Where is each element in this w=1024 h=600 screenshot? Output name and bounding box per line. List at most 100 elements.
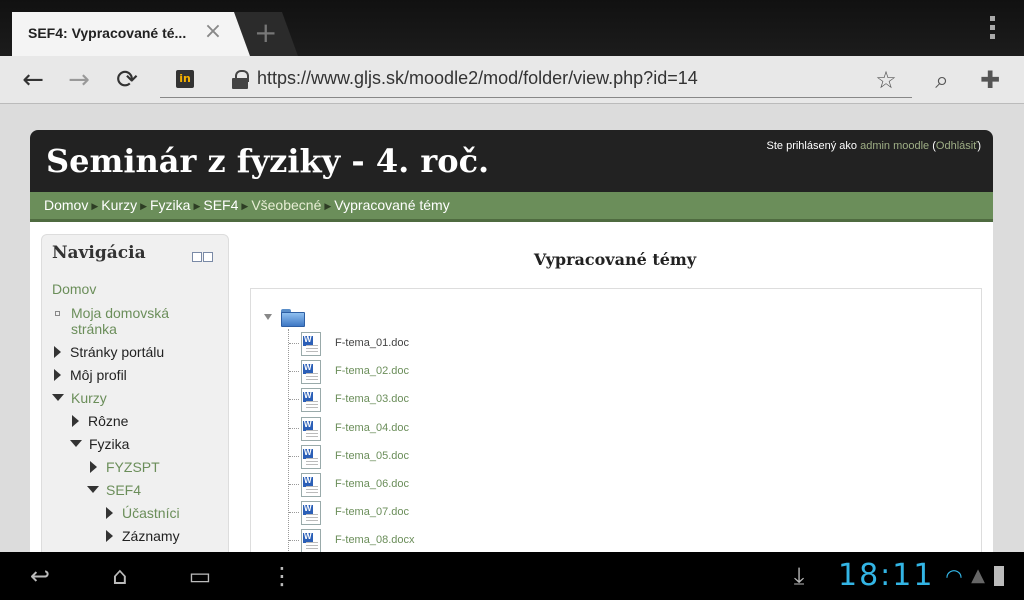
nav-item-participants[interactable]: Účastníci [106,505,180,522]
breadcrumb: Domov ▶ Kurzy ▶ Fyzika ▶ SEF4 ▶ Všeobecné ▶ Vyprac… [30,192,993,222]
user-link[interactable]: admin moodle [860,140,929,152]
folder-icon[interactable] [281,307,305,327]
file-item[interactable]: F-tema_06.doc [251,473,651,497]
collapse-icon[interactable] [264,314,272,320]
nav-item-home[interactable]: Domov [52,281,96,298]
nav-item-site-pages[interactable]: Stránky portálu [54,344,164,361]
tab-strip: SEF4: Vypracované té... × + [0,0,1024,56]
home-icon[interactable]: ⌂ [102,562,138,590]
nav-item-my-home-cont[interactable]: stránka [71,321,117,338]
word-doc-icon [301,388,321,412]
reload-icon[interactable]: ⟳ [112,66,142,94]
system-bar: ↩ ⌂ ▭ ⋮ ⤓ 18:11 ◠ ▲ [0,552,1024,600]
web-page: Seminár z fyziky - 4. roč. Ste prihlásen… [0,104,1024,569]
folder-tree: F-tema_01.doc F-tema_02.doc F-tema_03.do… [250,288,982,569]
search-icon[interactable]: ⌕ [928,66,956,94]
signal-icon: ▲ [971,565,985,586]
breadcrumb-separator: ▶ [193,201,201,211]
collapse-icon[interactable] [87,486,99,493]
breadcrumb-fyzika[interactable]: Fyzika [150,197,190,213]
star-icon[interactable]: ☆ [872,66,900,94]
breadcrumb-courses[interactable]: Kurzy [101,197,137,213]
site-title[interactable]: Seminár z fyziky - 4. roč. [46,142,489,180]
nav-item-my-home[interactable]: Moja domovská [52,305,169,322]
expand-icon[interactable] [106,507,113,519]
nav-item-fyzspt[interactable]: FYZSPT [90,459,160,476]
word-doc-icon [301,529,321,553]
plus-icon[interactable]: + [254,18,277,48]
collapse-icon[interactable] [52,394,64,401]
word-doc-icon [301,501,321,525]
nav-item-courses[interactable]: Kurzy [52,390,107,407]
url-bar[interactable]: in https://www.gljs.sk/moodle2/mod/folde… [160,62,912,98]
breadcrumb-home[interactable]: Domov [44,197,88,213]
forward-arrow-icon[interactable]: → [64,66,94,94]
file-item[interactable]: F-tema_04.doc [251,417,651,441]
back-arrow-icon[interactable]: ← [18,66,48,94]
breadcrumb-separator: ▶ [324,201,332,211]
file-item[interactable]: F-tema_03.doc [251,388,651,412]
tab-title: SEF4: Vypracované té... [28,25,187,41]
url-text[interactable]: https://www.gljs.sk/moodle2/mod/folder/v… [257,68,698,89]
overflow-menu-icon[interactable] [986,16,998,42]
site-header: Seminár z fyziky - 4. roč. Ste prihlásen… [30,130,993,192]
breadcrumb-separator: ▶ [241,201,249,211]
moodle-site: Seminár z fyziky - 4. roč. Ste prihlásen… [30,130,993,569]
file-name[interactable]: F-tema_07.doc [335,506,409,518]
breadcrumb-sef4[interactable]: SEF4 [203,197,238,213]
nav-item-my-profile[interactable]: Môj profil [54,367,127,384]
word-doc-icon [301,445,321,469]
expand-icon[interactable] [54,369,61,381]
expand-icon[interactable] [106,530,113,542]
file-item[interactable]: F-tema_01.doc [251,332,651,356]
file-name[interactable]: F-tema_05.doc [335,450,409,462]
file-item[interactable]: F-tema_05.doc [251,445,651,469]
toolbar: ← → ⟳ in https://www.gljs.sk/moodle2/mod… [0,56,1024,104]
bookmarks-icon[interactable]: ✚ [976,66,1004,94]
page-title: Vypracované témy [533,250,697,269]
android-screen: SEF4: Vypracované té... × + ← → ⟳ in htt… [0,0,1024,600]
file-item[interactable]: F-tema_08.docx [251,529,651,553]
login-info: Ste prihlásený ako admin moodle (Odhlási… [766,140,981,152]
navigation-block: Navigácia Domov Moja domovská stránka St… [41,234,229,564]
file-name[interactable]: F-tema_06.doc [335,478,409,490]
word-doc-icon [301,473,321,497]
menu-icon[interactable]: ⋮ [270,562,294,590]
file-name[interactable]: F-tema_03.doc [335,393,409,405]
expand-icon[interactable] [72,415,79,427]
bullet-icon [55,311,60,316]
file-item[interactable]: F-tema_07.doc [251,501,651,525]
download-icon[interactable]: ⤓ [786,562,812,590]
back-icon[interactable]: ↩ [22,562,58,590]
navigation-heading: Navigácia [52,243,146,263]
file-name[interactable]: F-tema_04.doc [335,422,409,434]
word-doc-icon [301,360,321,384]
clock[interactable]: 18:11 [838,558,934,593]
battery-icon [994,566,1004,586]
file-item[interactable]: F-tema_02.doc [251,360,651,384]
breadcrumb-separator: ▶ [91,201,99,211]
word-doc-icon [301,332,321,356]
wifi-icon: ◠ [945,564,963,588]
nav-item-fyzika[interactable]: Fyzika [70,436,129,453]
nav-item-sef4[interactable]: SEF4 [87,482,141,499]
file-name[interactable]: F-tema_08.docx [335,534,414,546]
block-dock-icon[interactable] [192,247,216,262]
breadcrumb-general[interactable]: Všeobecné [251,197,321,213]
tab-active[interactable]: SEF4: Vypracované té... × [12,12,254,56]
expand-icon[interactable] [54,346,61,358]
file-name[interactable]: F-tema_01.doc [335,337,409,349]
collapse-icon[interactable] [70,440,82,447]
close-icon[interactable]: × [202,21,224,43]
breadcrumb-current: Vypracované témy [334,197,450,213]
breadcrumb-separator: ▶ [140,201,147,211]
expand-icon[interactable] [90,461,97,473]
logout-link[interactable]: Odhlásiť [936,140,977,152]
lock-icon [232,70,249,90]
favicon-icon: in [176,70,194,88]
recents-icon[interactable]: ▭ [182,562,218,590]
nav-item-records[interactable]: Záznamy [106,528,180,545]
word-doc-icon [301,417,321,441]
file-name[interactable]: F-tema_02.doc [335,365,409,377]
nav-item-misc[interactable]: Rôzne [72,413,128,430]
